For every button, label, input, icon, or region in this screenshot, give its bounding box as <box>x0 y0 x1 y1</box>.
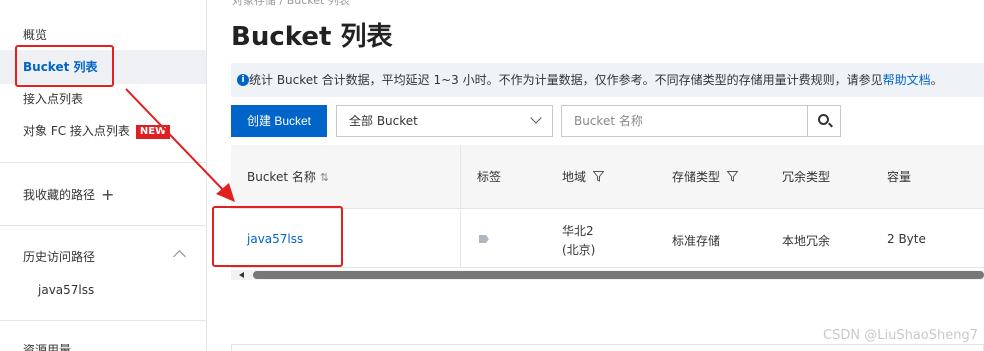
watermark: CSDN @LiuShaoSheng7 <box>823 328 978 343</box>
page-title: Bucket 列表 <box>231 22 393 52</box>
sidebar-item-label: 我收藏的路径 <box>23 188 96 202</box>
sidebar-item-label: 接入点列表 <box>23 92 84 106</box>
sidebar-item-history-paths[interactable]: 历史访问路径 <box>0 240 206 274</box>
filter-icon[interactable] <box>726 171 738 182</box>
sidebar-item-label: 对象 FC 接入点列表 <box>23 124 130 138</box>
col-header-tags: 标签 <box>477 170 502 184</box>
breadcrumb[interactable]: 对象存储 / Bucket 列表 <box>232 0 350 8</box>
plus-icon[interactable]: + <box>101 185 114 204</box>
sidebar-item-access-points[interactable]: 接入点列表 <box>0 82 206 116</box>
table-header: Bucket 名称 ⇅ 标签 地域 存储类型 冗余类型 容量 <box>231 145 984 209</box>
bucket-filter-select[interactable]: 全部 Bucket <box>336 105 553 137</box>
chevron-up-icon[interactable] <box>173 250 186 263</box>
bucket-search <box>561 105 841 137</box>
filter-icon[interactable] <box>592 171 604 182</box>
cell-region-line1: 华北2 <box>562 224 594 238</box>
col-header-storage-class[interactable]: 存储类型 <box>672 145 738 209</box>
sidebar-divider <box>0 320 206 321</box>
notice-text: 统计 Bucket 合计数据，平均延迟 1~3 小时。不作为计量数据，仅作参考。… <box>249 73 883 87</box>
col-header-capacity: 容量 <box>887 170 912 184</box>
bucket-search-input[interactable] <box>562 106 808 136</box>
tag-icon[interactable] <box>479 235 489 243</box>
info-icon: i <box>237 74 249 86</box>
sort-icon[interactable]: ⇅ <box>320 171 329 184</box>
sidebar-divider <box>0 162 206 163</box>
bottom-panel <box>231 344 984 351</box>
annotation-highlight-sidebar <box>15 45 114 87</box>
sidebar-item-label: 资源用量 <box>23 343 72 351</box>
sidebar-item-label: 概览 <box>23 28 48 42</box>
sidebar-item-fc-access-points[interactable]: 对象 FC 接入点列表 NEW <box>0 114 206 148</box>
history-path-item[interactable]: java57lss <box>0 273 206 307</box>
col-header-region[interactable]: 地域 <box>562 145 604 209</box>
bucket-filter-value: 全部 Bucket <box>349 114 418 128</box>
help-doc-link[interactable]: 帮助文档 <box>883 73 931 87</box>
annotation-highlight-bucket <box>212 206 343 267</box>
scroll-left-icon[interactable] <box>239 272 244 278</box>
sidebar-divider <box>0 225 206 226</box>
col-header-name[interactable]: Bucket 名称 ⇅ <box>247 145 329 209</box>
sidebar-item-resource-usage[interactable]: 资源用量 <box>0 333 206 351</box>
sidebar-item-favorite-paths[interactable]: 我收藏的路径 + <box>0 178 206 212</box>
chevron-down-icon <box>530 112 542 124</box>
cell-capacity: 2 Byte <box>887 232 926 246</box>
col-header-redundancy: 冗余类型 <box>782 170 831 184</box>
scrollbar-thumb[interactable] <box>253 271 984 279</box>
oss-console: 概览 Bucket 列表 接入点列表 对象 FC 接入点列表 NEW 我收藏的路径… <box>0 0 984 351</box>
info-notice: i 统计 Bucket 合计数据，平均延迟 1~3 小时。不作为计量数据，仅作参… <box>231 63 984 97</box>
sidebar-item-label: 历史访问路径 <box>23 250 96 264</box>
column-separator <box>460 210 461 268</box>
table-row: java57lss 华北2 (北京) 标准存储 本地冗余 2 Byte <box>231 210 984 268</box>
cell-storage-class: 标准存储 <box>672 234 721 248</box>
cell-region-line2: (北京) <box>562 243 596 257</box>
history-path-label: java57lss <box>38 283 95 297</box>
cell-redundancy: 本地冗余 <box>782 234 831 248</box>
create-bucket-button[interactable]: 创建 Bucket <box>231 105 327 137</box>
horizontal-scrollbar[interactable] <box>231 270 984 280</box>
new-badge: NEW <box>135 125 171 139</box>
column-separator <box>460 145 461 209</box>
notice-suffix: 。 <box>930 73 943 87</box>
search-button[interactable] <box>807 106 840 136</box>
